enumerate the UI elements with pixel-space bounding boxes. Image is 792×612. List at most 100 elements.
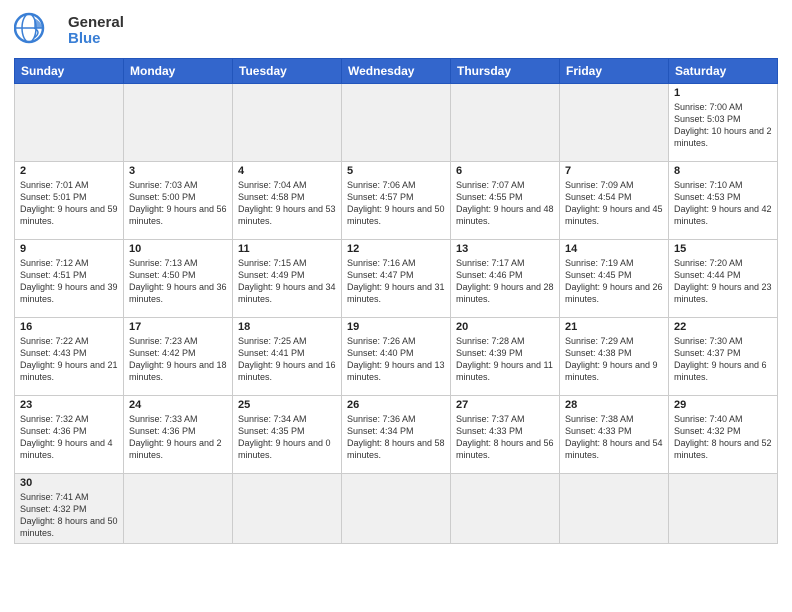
day-number: 25	[238, 399, 336, 411]
day-info: Sunrise: 7:38 AM Sunset: 4:33 PM Dayligh…	[565, 413, 663, 462]
calendar-cell: 28 Sunrise: 7:38 AM Sunset: 4:33 PM Dayli…	[560, 396, 669, 474]
day-number: 4	[238, 165, 336, 177]
weekday-header-row: SundayMondayTuesdayWednesdayThursdayFrid…	[15, 59, 778, 84]
day-info: Sunrise: 7:34 AM Sunset: 4:35 PM Dayligh…	[238, 413, 336, 462]
day-info: Sunrise: 7:26 AM Sunset: 4:40 PM Dayligh…	[347, 335, 445, 384]
calendar-cell: 19 Sunrise: 7:26 AM Sunset: 4:40 PM Dayli…	[342, 318, 451, 396]
calendar-cell: 24Sunrise: 7:33 AM Sunset: 4:36 PM Dayli…	[124, 396, 233, 474]
weekday-friday: Friday	[560, 59, 669, 84]
calendar-cell: 17 Sunrise: 7:23 AM Sunset: 4:42 PM Dayli…	[124, 318, 233, 396]
day-number: 8	[674, 165, 772, 177]
weekday-thursday: Thursday	[451, 59, 560, 84]
calendar-cell: 4 Sunrise: 7:04 AM Sunset: 4:58 PM Daylig…	[233, 162, 342, 240]
day-number: 16	[20, 321, 118, 333]
weekday-sunday: Sunday	[15, 59, 124, 84]
logo-text: General	[68, 15, 124, 32]
day-number: 19	[347, 321, 445, 333]
calendar: SundayMondayTuesdayWednesdayThursdayFrid…	[14, 58, 778, 544]
calendar-cell	[124, 84, 233, 162]
day-number: 3	[129, 165, 227, 177]
week-row-1: 1 Sunrise: 7:00 AM Sunset: 5:03 PM Daylig…	[15, 84, 778, 162]
day-number: 7	[565, 165, 663, 177]
day-number: 29	[674, 399, 772, 411]
calendar-cell: 20 Sunrise: 7:28 AM Sunset: 4:39 PM Dayli…	[451, 318, 560, 396]
calendar-cell	[560, 84, 669, 162]
weekday-saturday: Saturday	[669, 59, 778, 84]
day-number: 21	[565, 321, 663, 333]
weekday-wednesday: Wednesday	[342, 59, 451, 84]
weekday-tuesday: Tuesday	[233, 59, 342, 84]
day-info: Sunrise: 7:29 AM Sunset: 4:38 PM Dayligh…	[565, 335, 663, 384]
day-number: 26	[347, 399, 445, 411]
calendar-cell: 15 Sunrise: 7:20 AM Sunset: 4:44 PM Dayli…	[669, 240, 778, 318]
calendar-cell	[342, 474, 451, 544]
calendar-cell	[451, 474, 560, 544]
day-number: 24	[129, 399, 227, 411]
calendar-cell	[233, 474, 342, 544]
day-number: 22	[674, 321, 772, 333]
day-info: Sunrise: 7:17 AM Sunset: 4:46 PM Dayligh…	[456, 257, 554, 306]
week-row-2: 2Sunrise: 7:01 AM Sunset: 5:01 PM Daylig…	[15, 162, 778, 240]
week-row-3: 9Sunrise: 7:12 AM Sunset: 4:51 PM Daylig…	[15, 240, 778, 318]
day-info: Sunrise: 7:06 AM Sunset: 4:57 PM Dayligh…	[347, 179, 445, 228]
calendar-cell: 18Sunrise: 7:25 AM Sunset: 4:41 PM Dayli…	[233, 318, 342, 396]
generalblue-logo-icon	[14, 10, 64, 52]
day-info: Sunrise: 7:25 AM Sunset: 4:41 PM Dayligh…	[238, 335, 336, 384]
calendar-cell: 6 Sunrise: 7:07 AM Sunset: 4:55 PM Daylig…	[451, 162, 560, 240]
calendar-cell: 22 Sunrise: 7:30 AM Sunset: 4:37 PM Dayli…	[669, 318, 778, 396]
day-info: Sunrise: 7:15 AM Sunset: 4:49 PM Dayligh…	[238, 257, 336, 306]
day-number: 11	[238, 243, 336, 255]
day-info: Sunrise: 7:04 AM Sunset: 4:58 PM Dayligh…	[238, 179, 336, 228]
week-row-4: 16Sunrise: 7:22 AM Sunset: 4:43 PM Dayli…	[15, 318, 778, 396]
calendar-cell: 30 Sunrise: 7:41 AM Sunset: 4:32 PM Dayli…	[15, 474, 124, 544]
day-number: 13	[456, 243, 554, 255]
day-info: Sunrise: 7:07 AM Sunset: 4:55 PM Dayligh…	[456, 179, 554, 228]
page: General Blue SundayMondayTuesdayWednesda…	[0, 0, 792, 554]
calendar-cell: 13 Sunrise: 7:17 AM Sunset: 4:46 PM Dayli…	[451, 240, 560, 318]
calendar-cell	[451, 84, 560, 162]
logo-blue-text: Blue	[68, 31, 124, 48]
day-number: 9	[20, 243, 118, 255]
day-number: 6	[456, 165, 554, 177]
day-info: Sunrise: 7:23 AM Sunset: 4:42 PM Dayligh…	[129, 335, 227, 384]
day-info: Sunrise: 7:03 AM Sunset: 5:00 PM Dayligh…	[129, 179, 227, 228]
day-number: 17	[129, 321, 227, 333]
calendar-cell: 26 Sunrise: 7:36 AM Sunset: 4:34 PM Dayli…	[342, 396, 451, 474]
day-number: 1	[674, 87, 772, 99]
day-info: Sunrise: 7:30 AM Sunset: 4:37 PM Dayligh…	[674, 335, 772, 384]
calendar-cell: 27Sunrise: 7:37 AM Sunset: 4:33 PM Dayli…	[451, 396, 560, 474]
calendar-cell: 3 Sunrise: 7:03 AM Sunset: 5:00 PM Daylig…	[124, 162, 233, 240]
day-info: Sunrise: 7:28 AM Sunset: 4:39 PM Dayligh…	[456, 335, 554, 384]
calendar-cell: 16Sunrise: 7:22 AM Sunset: 4:43 PM Dayli…	[15, 318, 124, 396]
calendar-cell: 7 Sunrise: 7:09 AM Sunset: 4:54 PM Daylig…	[560, 162, 669, 240]
calendar-cell	[669, 474, 778, 544]
calendar-cell: 14Sunrise: 7:19 AM Sunset: 4:45 PM Dayli…	[560, 240, 669, 318]
day-number: 10	[129, 243, 227, 255]
day-info: Sunrise: 7:13 AM Sunset: 4:50 PM Dayligh…	[129, 257, 227, 306]
day-number: 20	[456, 321, 554, 333]
day-info: Sunrise: 7:00 AM Sunset: 5:03 PM Dayligh…	[674, 101, 772, 150]
calendar-cell	[560, 474, 669, 544]
day-number: 28	[565, 399, 663, 411]
day-number: 23	[20, 399, 118, 411]
day-number: 30	[20, 477, 118, 489]
day-number: 14	[565, 243, 663, 255]
day-number: 5	[347, 165, 445, 177]
day-info: Sunrise: 7:37 AM Sunset: 4:33 PM Dayligh…	[456, 413, 554, 462]
calendar-cell: 29 Sunrise: 7:40 AM Sunset: 4:32 PM Dayli…	[669, 396, 778, 474]
day-info: Sunrise: 7:01 AM Sunset: 5:01 PM Dayligh…	[20, 179, 118, 228]
weekday-monday: Monday	[124, 59, 233, 84]
calendar-cell: 10 Sunrise: 7:13 AM Sunset: 4:50 PM Dayli…	[124, 240, 233, 318]
day-info: Sunrise: 7:10 AM Sunset: 4:53 PM Dayligh…	[674, 179, 772, 228]
calendar-cell: 23Sunrise: 7:32 AM Sunset: 4:36 PM Dayli…	[15, 396, 124, 474]
day-info: Sunrise: 7:09 AM Sunset: 4:54 PM Dayligh…	[565, 179, 663, 228]
day-number: 15	[674, 243, 772, 255]
day-info: Sunrise: 7:40 AM Sunset: 4:32 PM Dayligh…	[674, 413, 772, 462]
day-info: Sunrise: 7:41 AM Sunset: 4:32 PM Dayligh…	[20, 491, 118, 540]
day-info: Sunrise: 7:20 AM Sunset: 4:44 PM Dayligh…	[674, 257, 772, 306]
calendar-cell: 25 Sunrise: 7:34 AM Sunset: 4:35 PM Dayli…	[233, 396, 342, 474]
calendar-cell: 5 Sunrise: 7:06 AM Sunset: 4:57 PM Daylig…	[342, 162, 451, 240]
calendar-cell: 8 Sunrise: 7:10 AM Sunset: 4:53 PM Daylig…	[669, 162, 778, 240]
day-info: Sunrise: 7:36 AM Sunset: 4:34 PM Dayligh…	[347, 413, 445, 462]
day-number: 12	[347, 243, 445, 255]
